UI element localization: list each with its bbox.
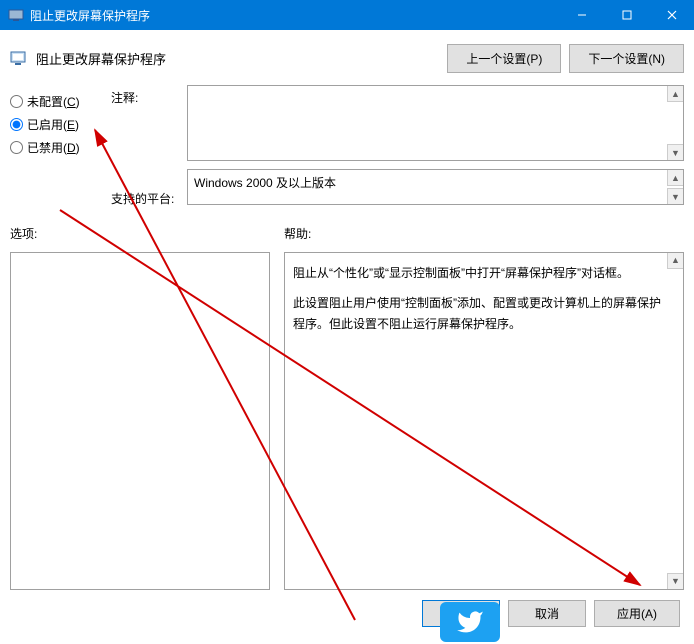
maximize-button[interactable] <box>604 0 649 30</box>
dialog-buttons: 确定 取消 应用(A) <box>10 600 684 627</box>
platform-label: 支持的平台: <box>111 190 181 207</box>
help-label: 帮助: <box>284 225 684 242</box>
apply-button[interactable]: 应用(A) <box>594 600 680 627</box>
radio-enabled[interactable] <box>10 118 23 131</box>
window-controls <box>559 0 694 30</box>
comment-textarea[interactable]: ▲ ▼ <box>187 85 684 161</box>
radio-disabled[interactable] <box>10 141 23 154</box>
help-text-2: 此设置阻止用户使用“控制面板”添加、配置或更改计算机上的屏幕保护程序。但此设置不… <box>293 293 661 334</box>
setting-icon <box>10 50 28 68</box>
setting-title: 阻止更改屏幕保护程序 <box>36 49 439 68</box>
state-radio-group: 未配置(C) 已启用(E) 已禁用(D) <box>10 85 105 207</box>
radio-disabled-label[interactable]: 已禁用(D) <box>27 139 80 156</box>
platform-value: Windows 2000 及以上版本 <box>194 176 336 190</box>
minimize-button[interactable] <box>559 0 604 30</box>
scroll-up-icon[interactable]: ▲ <box>667 170 683 186</box>
window-title: 阻止更改屏幕保护程序 <box>30 7 559 24</box>
scroll-up-icon[interactable]: ▲ <box>667 86 683 102</box>
radio-not-configured[interactable] <box>10 95 23 108</box>
policy-icon <box>8 7 24 23</box>
scroll-up-icon[interactable]: ▲ <box>667 253 683 269</box>
radio-enabled-label[interactable]: 已启用(E) <box>27 116 79 133</box>
help-panel: 阻止从“个性化”或“显示控制面板”中打开“屏幕保护程序”对话框。 此设置阻止用户… <box>284 252 684 590</box>
radio-not-configured-label[interactable]: 未配置(C) <box>27 93 80 110</box>
cancel-button[interactable]: 取消 <box>508 600 586 627</box>
scroll-down-icon[interactable]: ▼ <box>667 188 683 204</box>
close-button[interactable] <box>649 0 694 30</box>
options-panel <box>10 252 270 590</box>
titlebar: 阻止更改屏幕保护程序 <box>0 0 694 30</box>
header-row: 阻止更改屏幕保护程序 上一个设置(P) 下一个设置(N) <box>10 44 684 73</box>
mid-labels: 注释: 支持的平台: <box>111 85 181 207</box>
next-setting-button[interactable]: 下一个设置(N) <box>569 44 684 73</box>
watermark-overlay-icon <box>440 602 500 642</box>
comment-label: 注释: <box>111 89 181 106</box>
options-label: 选项: <box>10 225 270 242</box>
help-text-1: 阻止从“个性化”或“显示控制面板”中打开“屏幕保护程序”对话框。 <box>293 263 661 283</box>
scroll-down-icon[interactable]: ▼ <box>667 573 683 589</box>
scroll-down-icon[interactable]: ▼ <box>667 144 683 160</box>
platform-text: Windows 2000 及以上版本 ▲ ▼ <box>187 169 684 205</box>
prev-setting-button[interactable]: 上一个设置(P) <box>447 44 561 73</box>
